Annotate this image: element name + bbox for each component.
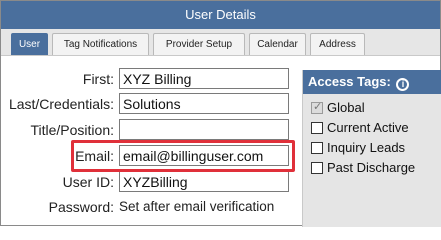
password-row: Password: Set after email verification [1,196,301,218]
tab-calendar[interactable]: Calendar [249,33,306,55]
access-tags-header: Access Tags: i [303,70,441,94]
current-active-checkbox[interactable] [311,122,323,134]
user-id-row: User ID: [1,171,301,193]
past-discharge-checkbox[interactable] [311,162,323,174]
first-name-field[interactable] [119,68,289,89]
tag-label-current-active: Current Active [327,120,409,135]
tab-strip: User Tag Notifications Provider Setup Ca… [1,29,440,56]
tab-tag-notifications[interactable]: Tag Notifications [52,33,149,55]
title-position-field[interactable] [119,119,289,140]
tab-provider-setup[interactable]: Provider Setup [153,33,245,55]
title-position-row: Title/Position: [1,119,301,141]
tag-label-past-discharge: Past Discharge [327,160,416,175]
global-checkbox[interactable] [311,100,323,114]
tab-user[interactable]: User [11,33,48,55]
user-details-window: User Details User Tag Notifications Prov… [0,0,441,227]
tag-label-global: Global [327,100,365,115]
window-title: User Details [1,1,440,29]
email-highlight-box [71,140,295,172]
last-credentials-field[interactable] [119,93,289,114]
tag-label-inquiry-leads: Inquiry Leads [327,140,406,155]
password-label: Password: [48,199,114,215]
user-id-label: User ID: [62,174,114,190]
password-status-text: Set after email verification [119,199,275,214]
last-credentials-label: Last/Credentials: [8,96,114,112]
last-name-row: Last/Credentials: [1,93,301,115]
access-tags-title: Access Tags: [308,74,391,89]
first-name-label: First: [82,71,114,87]
title-position-label: Title/Position: [30,122,114,138]
first-name-row: First: [1,68,301,90]
info-icon[interactable]: i [396,78,410,91]
user-id-field[interactable] [119,171,289,192]
inquiry-leads-checkbox[interactable] [311,142,323,154]
access-tags-panel: Access Tags: i Global Current Active Inq… [302,70,441,227]
tab-address[interactable]: Address [310,33,365,55]
